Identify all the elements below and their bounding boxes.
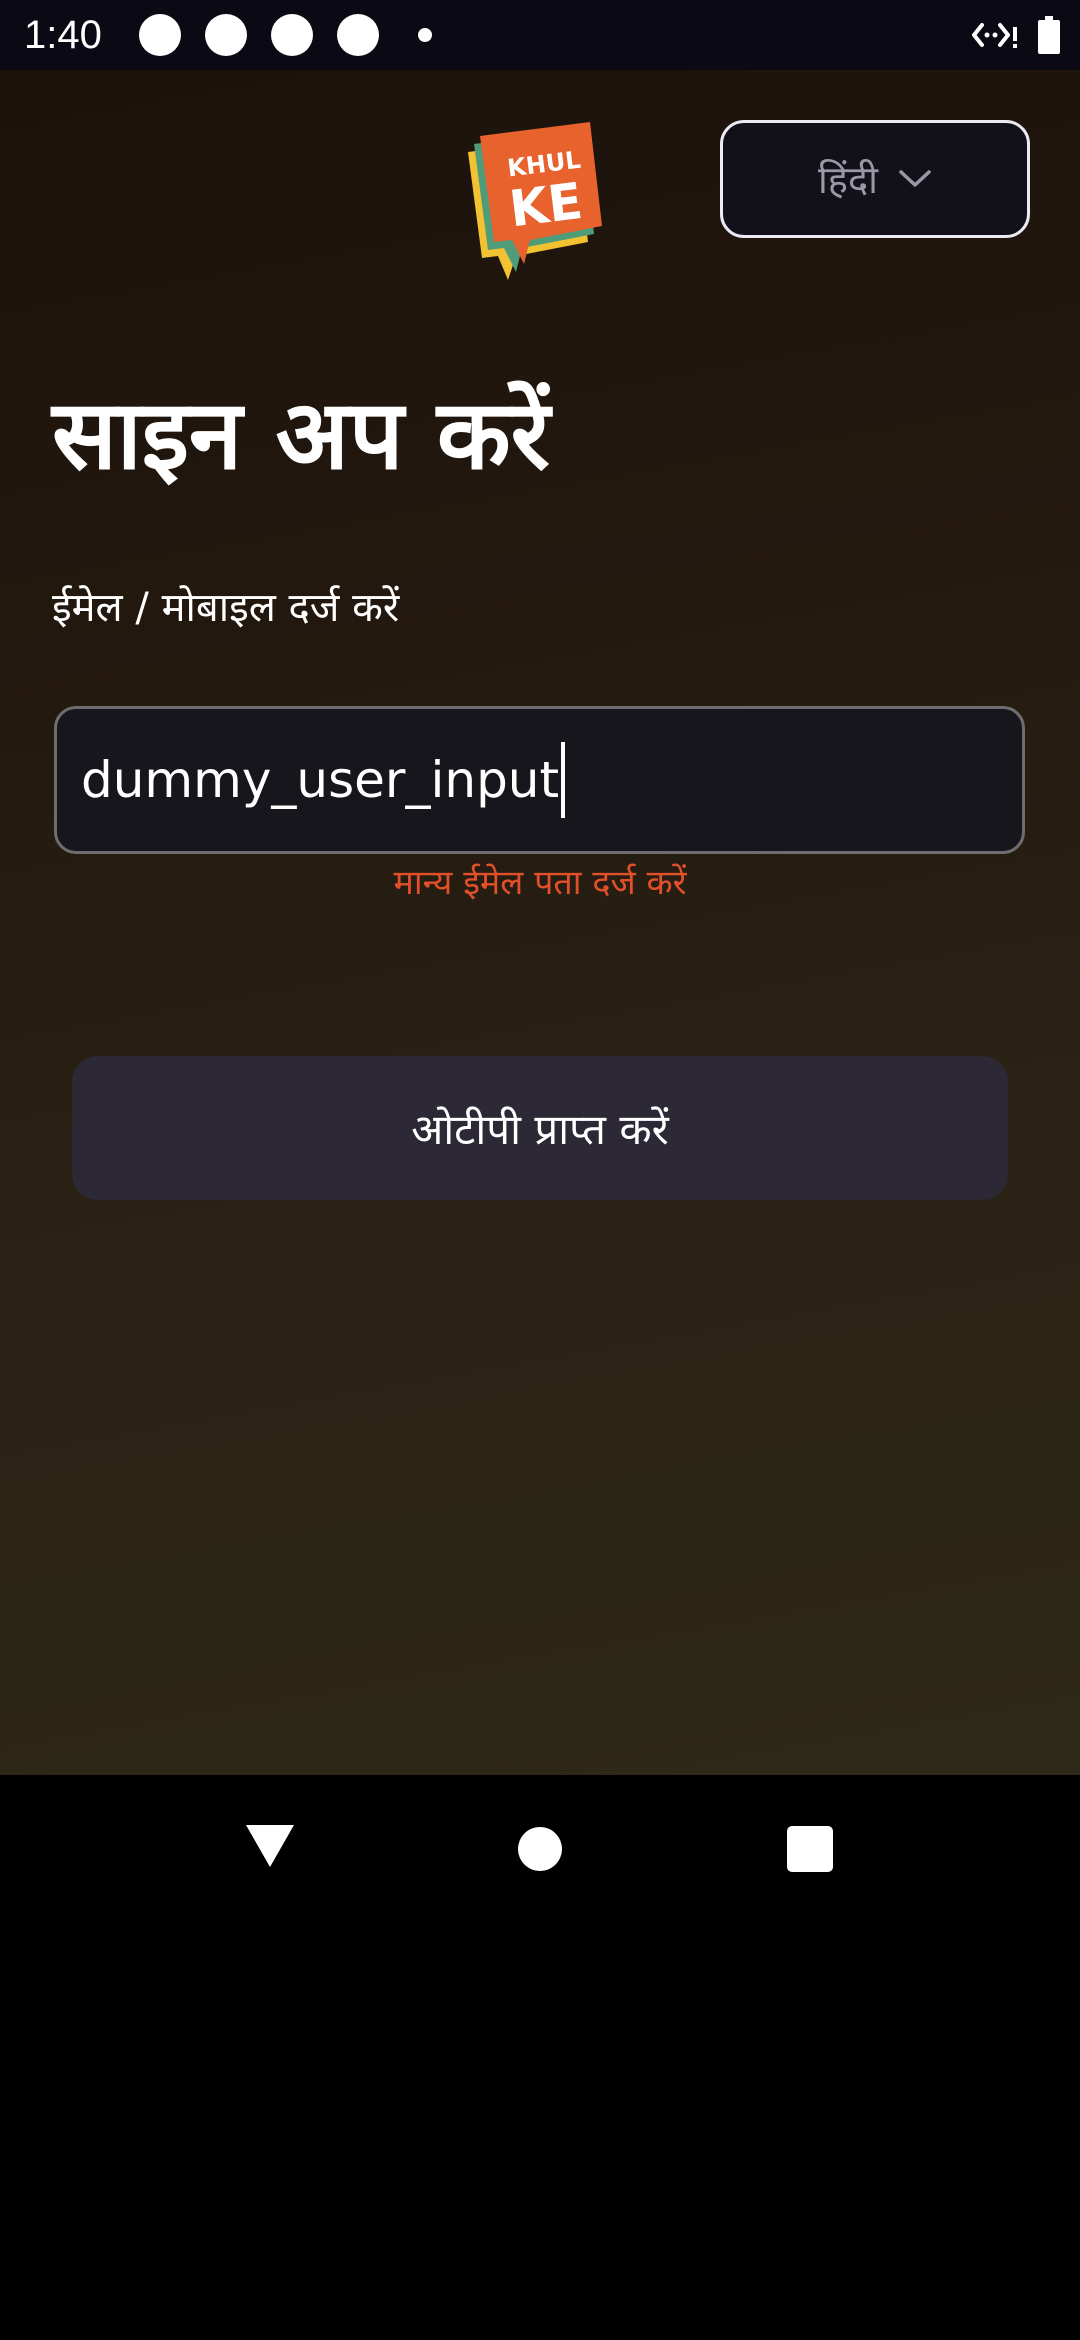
status-bar: 1:40	[0, 0, 1080, 70]
screen: 1:40 KHUL KE हिंदी साइन अप करें ईमेल / म…	[0, 0, 1080, 2340]
language-label: हिंदी	[817, 158, 879, 202]
data-saver-icon	[972, 23, 1017, 48]
navigation-bar	[0, 1775, 1080, 1920]
get-otp-button[interactable]: ओटीपी प्राप्त करें	[72, 1056, 1008, 1200]
notification-dot-icon	[337, 14, 379, 56]
language-selector[interactable]: हिंदी	[720, 120, 1030, 238]
page-title: साइन अप करें	[52, 379, 550, 491]
signup-screen: KHUL KE हिंदी साइन अप करें ईमेल / मोबाइल…	[0, 70, 1080, 1775]
recents-icon[interactable]	[787, 1826, 833, 1872]
app-logo: KHUL KE	[468, 122, 602, 280]
input-value: dummy_user_input	[81, 751, 560, 809]
small-dot-icon	[418, 28, 432, 42]
logo-text-bottom: KE	[506, 172, 585, 238]
status-icons	[970, 12, 1060, 58]
back-icon[interactable]	[244, 1823, 296, 1869]
notification-dot-icon	[205, 14, 247, 56]
error-message: मान्य ईमेल पता दर्ज करें	[393, 863, 687, 903]
chevron-down-icon	[899, 170, 931, 187]
notification-dot-icon	[271, 14, 313, 56]
home-icon[interactable]	[518, 1827, 562, 1871]
battery-icon	[1038, 16, 1060, 54]
notification-dot-icon	[139, 14, 181, 56]
email-mobile-input[interactable]: dummy_user_input	[54, 706, 1025, 854]
status-time: 1:40	[24, 13, 102, 57]
email-mobile-label: ईमेल / मोबाइल दर्ज करें	[52, 585, 400, 631]
text-cursor	[561, 742, 566, 818]
